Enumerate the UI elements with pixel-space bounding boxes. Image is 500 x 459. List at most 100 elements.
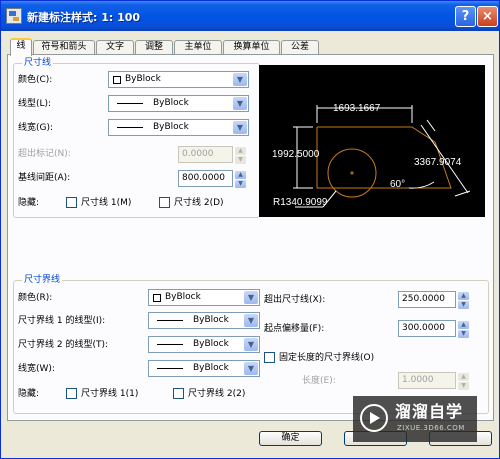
spin-down-icon[interactable]: ▼ (458, 330, 469, 338)
ext-suppress-label: 隐藏: (18, 389, 40, 399)
chevron-down-icon[interactable]: ▼ (244, 338, 258, 351)
suppress-ext-line-2-checkbox[interactable] (173, 388, 184, 399)
extend-beyond-input[interactable]: 250.0000 ▲ ▼ (398, 291, 469, 309)
line-sample (117, 103, 143, 104)
tab-text[interactable]: 文字 (96, 40, 134, 55)
suppress-ext-line-1-checkbox[interactable] (66, 388, 77, 399)
line-sample (157, 368, 183, 369)
ext-color-label: 颜色(R): (18, 293, 53, 303)
fixed-length-label[interactable]: 固定长度的尺寸界线(O) (279, 353, 374, 364)
ext-linetype1-value: ByBlock (193, 315, 229, 325)
tab-primary-units[interactable]: 主单位 (174, 40, 222, 55)
color-swatch (153, 294, 161, 302)
baseline-spacing-input[interactable]: 800.0000 ▲ ▼ (178, 170, 246, 188)
preview-angle: 60° (390, 179, 405, 190)
suppress-dim-line-2-checkbox[interactable] (159, 197, 170, 208)
extend-beyond-label: 超出尺寸线(X): (264, 295, 326, 305)
ext-lineweight-value: ByBlock (193, 363, 229, 373)
dim-lineweight-select[interactable]: ByBlock ▼ (108, 119, 249, 136)
preview-drawing: 1693.1667 1992.5000 3367.9074 60° R1340.… (272, 103, 471, 208)
spin-up-icon[interactable]: ▲ (235, 171, 246, 179)
watermark-logo-icon (360, 404, 388, 432)
ok-button[interactable]: 确定 (259, 431, 322, 446)
suppress-dim-line-2-label[interactable]: 尺寸线 2(D) (174, 198, 224, 209)
tab-alternate-units[interactable]: 换算单位 (223, 40, 280, 55)
suppress-dim-line-1-checkbox[interactable] (66, 197, 77, 208)
preview-radius: R1340.9099 (273, 197, 328, 208)
dim-lineweight-label: 线宽(G): (18, 123, 54, 133)
dim-lineweight-value: ByBlock (153, 122, 189, 132)
tab-fit[interactable]: 调整 (135, 40, 173, 55)
tab-lines[interactable]: 线 (10, 38, 32, 56)
dim-linetype-label: 线型(L): (18, 99, 52, 109)
chevron-down-icon[interactable]: ▼ (244, 362, 258, 375)
fixed-length-checkbox[interactable] (264, 352, 275, 363)
app-icon (6, 8, 22, 24)
baseline-spacing-label: 基线间距(A): (18, 173, 71, 183)
chevron-down-icon[interactable]: ▼ (233, 73, 247, 86)
ext-line-right-a (426, 119, 436, 132)
dim-lines-group-title: 尺寸线 (22, 58, 54, 69)
dimension-preview: 1693.1667 1992.5000 3367.9074 60° R1340.… (259, 65, 485, 217)
watermark: 溜溜自学 ZIXUE.3D66.COM (353, 396, 477, 442)
watermark-title: 溜溜自学 (395, 402, 464, 421)
spin-up-icon[interactable]: ▲ (458, 321, 469, 329)
ext-lines-group-title: 尺寸界线 (22, 275, 63, 286)
line-sample (157, 344, 183, 345)
extend-ticks-input: 0.0000 ▲ ▼ (178, 146, 246, 164)
ext-linetype1-select[interactable]: ByBlock ▼ (148, 312, 260, 329)
chevron-down-icon[interactable]: ▼ (233, 97, 247, 110)
offset-from-origin-value: 300.0000 (402, 323, 445, 333)
spin-up-icon[interactable]: ▲ (458, 292, 469, 300)
fixed-length-input: 1.0000 ▲ ▼ (398, 372, 469, 390)
chevron-down-icon[interactable]: ▼ (244, 314, 258, 327)
chevron-down-icon[interactable]: ▼ (233, 121, 247, 134)
spin-down-icon[interactable]: ▼ (458, 301, 469, 309)
dim-color-select[interactable]: ByBlock ▼ (108, 71, 249, 88)
tab-symbols-arrows[interactable]: 符号和箭头 (33, 40, 95, 55)
chevron-down-icon[interactable]: ▼ (244, 291, 258, 304)
help-button[interactable]: ? (455, 6, 476, 27)
spin-down-icon[interactable]: ▼ (235, 180, 246, 188)
line-sample (157, 320, 183, 321)
window-title: 新建标注样式: 1: 100 (27, 11, 141, 24)
spin-up-icon: ▲ (235, 147, 246, 155)
ext-linetype1-label: 尺寸界线 1 的线型(I): (18, 316, 106, 326)
color-swatch (113, 76, 121, 84)
preview-dim-left: 1992.5000 (272, 149, 320, 160)
ext-color-value: ByBlock (165, 292, 201, 302)
ext-linetype2-select[interactable]: ByBlock ▼ (148, 336, 260, 353)
ext-linetype2-value: ByBlock (193, 339, 229, 349)
line-sample (117, 127, 143, 128)
ext-lineweight-select[interactable]: ByBlock ▼ (148, 360, 260, 377)
fixed-length-value: 1.0000 (402, 375, 434, 385)
ext-linetype2-label: 尺寸界线 2 的线型(T): (18, 340, 109, 350)
extend-ticks-value: 0.0000 (182, 149, 214, 159)
title-bar[interactable]: 新建标注样式: 1: 100 ? × (1, 1, 499, 31)
extend-ticks-label: 超出标记(N): (18, 149, 71, 159)
preview-dim-right: 3367.9074 (414, 157, 462, 168)
close-button[interactable]: × (477, 6, 498, 27)
dim-linetype-value: ByBlock (153, 98, 189, 108)
suppress-ext-line-1-label[interactable]: 尺寸界线 1(1) (81, 389, 138, 400)
dim-suppress-label: 隐藏: (18, 198, 40, 208)
spin-down-icon: ▼ (235, 156, 246, 164)
spin-up-icon: ▲ (458, 373, 469, 381)
ext-color-select[interactable]: ByBlock ▼ (148, 289, 260, 306)
offset-from-origin-input[interactable]: 300.0000 ▲ ▼ (398, 320, 469, 338)
watermark-url: ZIXUE.3D66.COM (397, 424, 465, 432)
spin-down-icon: ▼ (458, 382, 469, 390)
dialog-window: 新建标注样式: 1: 100 ? × 线 符号和箭头 文字 调整 主单位 换算单… (0, 0, 500, 459)
suppress-dim-line-1-label[interactable]: 尺寸线 1(M) (81, 198, 131, 209)
suppress-ext-line-2-label[interactable]: 尺寸界线 2(2) (188, 389, 245, 400)
angle-arc (408, 181, 435, 189)
preview-dim-top: 1693.1667 (333, 103, 381, 114)
baseline-spacing-value: 800.0000 (182, 173, 225, 183)
offset-from-origin-label: 起点偏移量(F): (264, 324, 325, 334)
dim-color-value: ByBlock (125, 74, 161, 84)
tab-tolerances[interactable]: 公差 (281, 40, 319, 55)
dim-color-label: 颜色(C): (18, 75, 53, 85)
dim-linetype-select[interactable]: ByBlock ▼ (108, 95, 249, 112)
ext-line-right-b (454, 190, 471, 197)
ext-lineweight-label: 线宽(W): (18, 364, 55, 374)
